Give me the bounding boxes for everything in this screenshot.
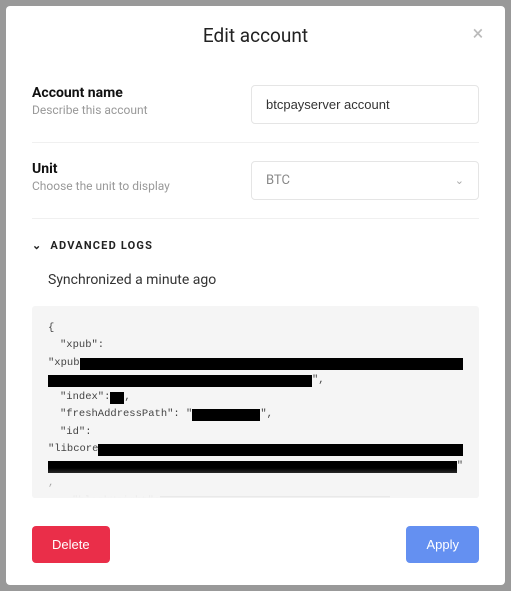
redacted-value (80, 358, 463, 370)
apply-button[interactable]: Apply (406, 526, 479, 563)
log-line: "freshAddressPath": "", (48, 406, 463, 422)
delete-button[interactable]: Delete (32, 526, 110, 563)
log-line: "xpub (48, 355, 463, 371)
advanced-logs-toggle[interactable]: ⌄ Advanced Logs (32, 239, 479, 252)
redacted-value (48, 375, 312, 387)
log-fade-overlay (32, 468, 479, 498)
account-name-input-col (251, 85, 479, 124)
account-name-row: Account name Describe this account (32, 67, 479, 143)
chevron-down-icon: ⌄ (32, 239, 42, 252)
unit-input-col: BTC ⌄ (251, 161, 479, 200)
unit-select-value: BTC (266, 173, 290, 188)
redacted-value (192, 409, 260, 421)
modal-title: Edit account (26, 24, 485, 47)
log-line: ", (48, 372, 463, 388)
edit-account-modal: Edit account × Account name Describe thi… (6, 6, 505, 585)
redacted-value (98, 444, 463, 456)
log-line: "xpub": (48, 337, 463, 353)
unit-hint: Choose the unit to display (32, 179, 251, 193)
close-button[interactable]: × (469, 24, 487, 42)
log-line: "id": (48, 424, 463, 440)
log-output: { "xpub": "xpub ", "index": , "freshAddr… (32, 306, 479, 498)
log-line: "index": , (48, 389, 463, 405)
account-name-label: Account name (32, 85, 251, 101)
log-line: { (48, 320, 463, 336)
advanced-logs-title: Advanced Logs (50, 239, 153, 252)
redacted-value (110, 392, 124, 404)
modal-header: Edit account × (6, 6, 505, 61)
log-line: "libcore (48, 441, 463, 457)
account-name-input[interactable] (251, 85, 479, 124)
modal-footer: Delete Apply (6, 508, 505, 585)
sync-status-label: Synchronized a minute ago (48, 272, 479, 288)
chevron-down-icon: ⌄ (455, 174, 464, 187)
unit-row: Unit Choose the unit to display BTC ⌄ (32, 143, 479, 219)
account-name-label-col: Account name Describe this account (32, 85, 251, 117)
advanced-logs-section: ⌄ Advanced Logs Synchronized a minute ag… (32, 239, 479, 498)
close-icon: × (473, 21, 484, 45)
unit-select[interactable]: BTC ⌄ (251, 161, 479, 200)
modal-body: Account name Describe this account Unit … (6, 61, 505, 508)
unit-label-col: Unit Choose the unit to display (32, 161, 251, 193)
unit-label: Unit (32, 161, 251, 177)
account-name-hint: Describe this account (32, 103, 251, 117)
